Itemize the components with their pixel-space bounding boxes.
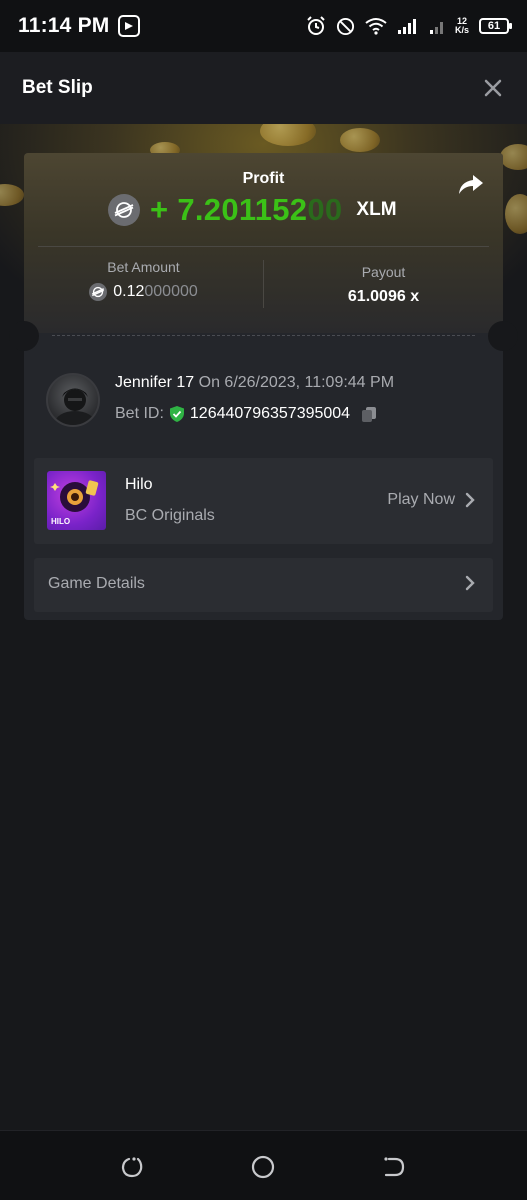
game-details-row[interactable]: Game Details bbox=[34, 558, 493, 612]
battery-level: 61 bbox=[487, 20, 501, 32]
status-right: 12 K/s 61 bbox=[306, 16, 512, 36]
net-speed: 12 K/s bbox=[455, 17, 469, 35]
avatar[interactable] bbox=[46, 373, 100, 427]
close-icon bbox=[484, 79, 502, 97]
bet-amount-value: 0.12000000 bbox=[24, 283, 263, 301]
net-speed-unit: K/s bbox=[454, 25, 469, 35]
divider bbox=[38, 246, 489, 247]
game-row[interactable]: HILO Hilo BC Originals Play Now bbox=[34, 458, 493, 544]
header: Bet Slip bbox=[0, 52, 527, 124]
verified-shield-icon bbox=[169, 406, 184, 422]
profit-main: 7.201152 bbox=[177, 192, 308, 227]
coin-decoration bbox=[340, 128, 380, 152]
share-icon bbox=[459, 175, 483, 194]
ticket-notch-left bbox=[9, 321, 39, 351]
profit-currency: XLM bbox=[356, 199, 397, 220]
wifi-icon bbox=[365, 18, 387, 35]
bet-amount-trailing-zeros: 000000 bbox=[144, 283, 198, 300]
recent-apps-icon[interactable] bbox=[119, 1154, 145, 1180]
game-details-label: Game Details bbox=[48, 575, 145, 592]
game-provider: BC Originals bbox=[125, 507, 215, 524]
bet-id-label: Bet ID: bbox=[115, 405, 164, 422]
game-thumbnail: HILO bbox=[47, 471, 106, 530]
chevron-right-icon bbox=[465, 575, 475, 591]
payout-label: Payout bbox=[361, 264, 406, 280]
dnd-icon bbox=[336, 17, 355, 35]
profit-row: + 7.20115200 XLM bbox=[108, 191, 397, 229]
chevron-right-icon bbox=[465, 492, 475, 508]
share-button[interactable] bbox=[457, 173, 485, 197]
bet-amount-label: Bet Amount bbox=[107, 259, 180, 275]
payout-value: 61.0096 x bbox=[347, 288, 420, 305]
game-thumbnail-label: HILO bbox=[51, 517, 71, 526]
profit-sign: + bbox=[150, 192, 169, 227]
signal-icon bbox=[397, 19, 416, 34]
system-nav-bar bbox=[0, 1130, 527, 1200]
play-now-button[interactable]: Play Now bbox=[387, 491, 475, 509]
battery-icon: 61 bbox=[479, 18, 512, 34]
profit-trailing-zeros: 00 bbox=[307, 192, 343, 227]
user-line: Jennifer 17 On 6/26/2023, 11:09:44 PM bbox=[115, 374, 394, 392]
user-name[interactable]: Jennifer 17 bbox=[115, 374, 194, 391]
status-time: 11:14 PM bbox=[18, 14, 110, 37]
coin-decoration bbox=[260, 124, 316, 146]
signal-icon-2 bbox=[429, 22, 443, 34]
status-left: 11:14 PM bbox=[18, 14, 140, 38]
bet-slip-card: Profit + 7.20115200 XLM Bet Amount 0.120… bbox=[9, 153, 518, 620]
profit-value: + 7.20115200 bbox=[150, 192, 342, 228]
bet-id-line: Bet ID: 126440796357395004 bbox=[115, 405, 378, 423]
bet-date: On 6/26/2023, 11:09:44 PM bbox=[198, 374, 395, 391]
stellar-coin-icon bbox=[89, 283, 108, 301]
bet-amount-stat: Bet Amount 0.12000000 bbox=[24, 259, 263, 301]
dashed-divider bbox=[52, 335, 475, 336]
stellar-coin-icon bbox=[108, 194, 140, 226]
payout-stat: Payout 61.0096 x bbox=[264, 264, 503, 306]
back-icon[interactable] bbox=[381, 1154, 407, 1180]
close-button[interactable] bbox=[481, 76, 505, 100]
status-bar: 11:14 PM 12 K/s 61 bbox=[0, 0, 527, 52]
bet-amount-main: 0.12 bbox=[113, 283, 145, 300]
game-name: Hilo bbox=[125, 476, 153, 493]
copy-icon[interactable] bbox=[360, 405, 378, 423]
bet-id-value: 126440796357395004 bbox=[189, 405, 351, 422]
page-title: Bet Slip bbox=[22, 77, 93, 98]
profit-label: Profit bbox=[242, 170, 285, 187]
coin-decoration bbox=[505, 194, 527, 234]
app-notification-icon bbox=[117, 15, 140, 37]
play-now-label: Play Now bbox=[387, 491, 455, 508]
coin-decoration bbox=[500, 144, 527, 170]
alarm-icon bbox=[307, 16, 325, 35]
ticket-notch-right bbox=[488, 321, 518, 351]
home-icon[interactable] bbox=[250, 1154, 276, 1180]
coin-decoration bbox=[0, 184, 24, 206]
